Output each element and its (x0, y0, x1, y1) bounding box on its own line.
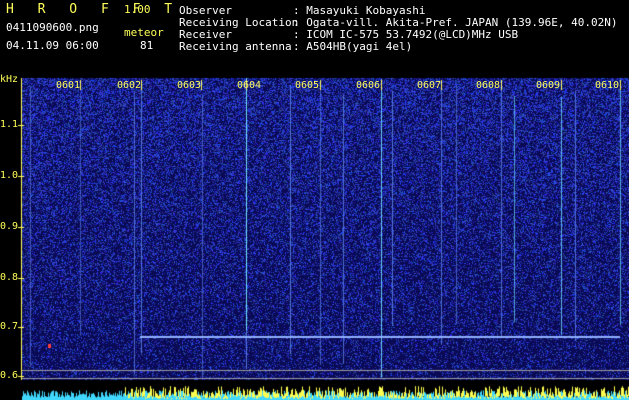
y-tick-label: 0.6 (0, 370, 19, 381)
y-tick-label: 1.1 (0, 119, 19, 130)
y-tick-label: 0.9 (0, 221, 19, 232)
x-tick-label: 0606 (356, 80, 381, 91)
antenna-label: Receiving antenna (179, 40, 292, 53)
y-tick-label: 0.8 (0, 272, 19, 283)
x-tick-label: 0607 (417, 80, 442, 91)
x-tick-label: 0609 (536, 80, 561, 91)
app-logo: H R O F F T (6, 2, 181, 17)
spectrogram-canvas[interactable] (0, 74, 629, 400)
datetime-label: 04.11.09 06:00 (6, 39, 99, 52)
antenna-value: : A504HB(yagi 4el) (293, 40, 413, 53)
x-tick-label: 0610 (595, 80, 620, 91)
x-tick-label: 0601 (56, 80, 81, 91)
x-tick-label: 0608 (476, 80, 501, 91)
app-version: 1.00 (124, 3, 151, 16)
x-tick-label: 0603 (177, 80, 202, 91)
meteor-label: meteor (124, 26, 164, 39)
y-tick-label: 0.7 (0, 321, 19, 332)
x-tick-label: 0602 (117, 80, 142, 91)
y-tick-label: 1.0 (0, 170, 19, 181)
meteor-count: 81 (140, 39, 154, 52)
filename-label: 0411090600.png (6, 21, 99, 34)
y-axis-unit: kHz (0, 74, 19, 85)
x-tick-label: 0605 (295, 80, 320, 91)
x-tick-label: 0604 (237, 80, 262, 91)
